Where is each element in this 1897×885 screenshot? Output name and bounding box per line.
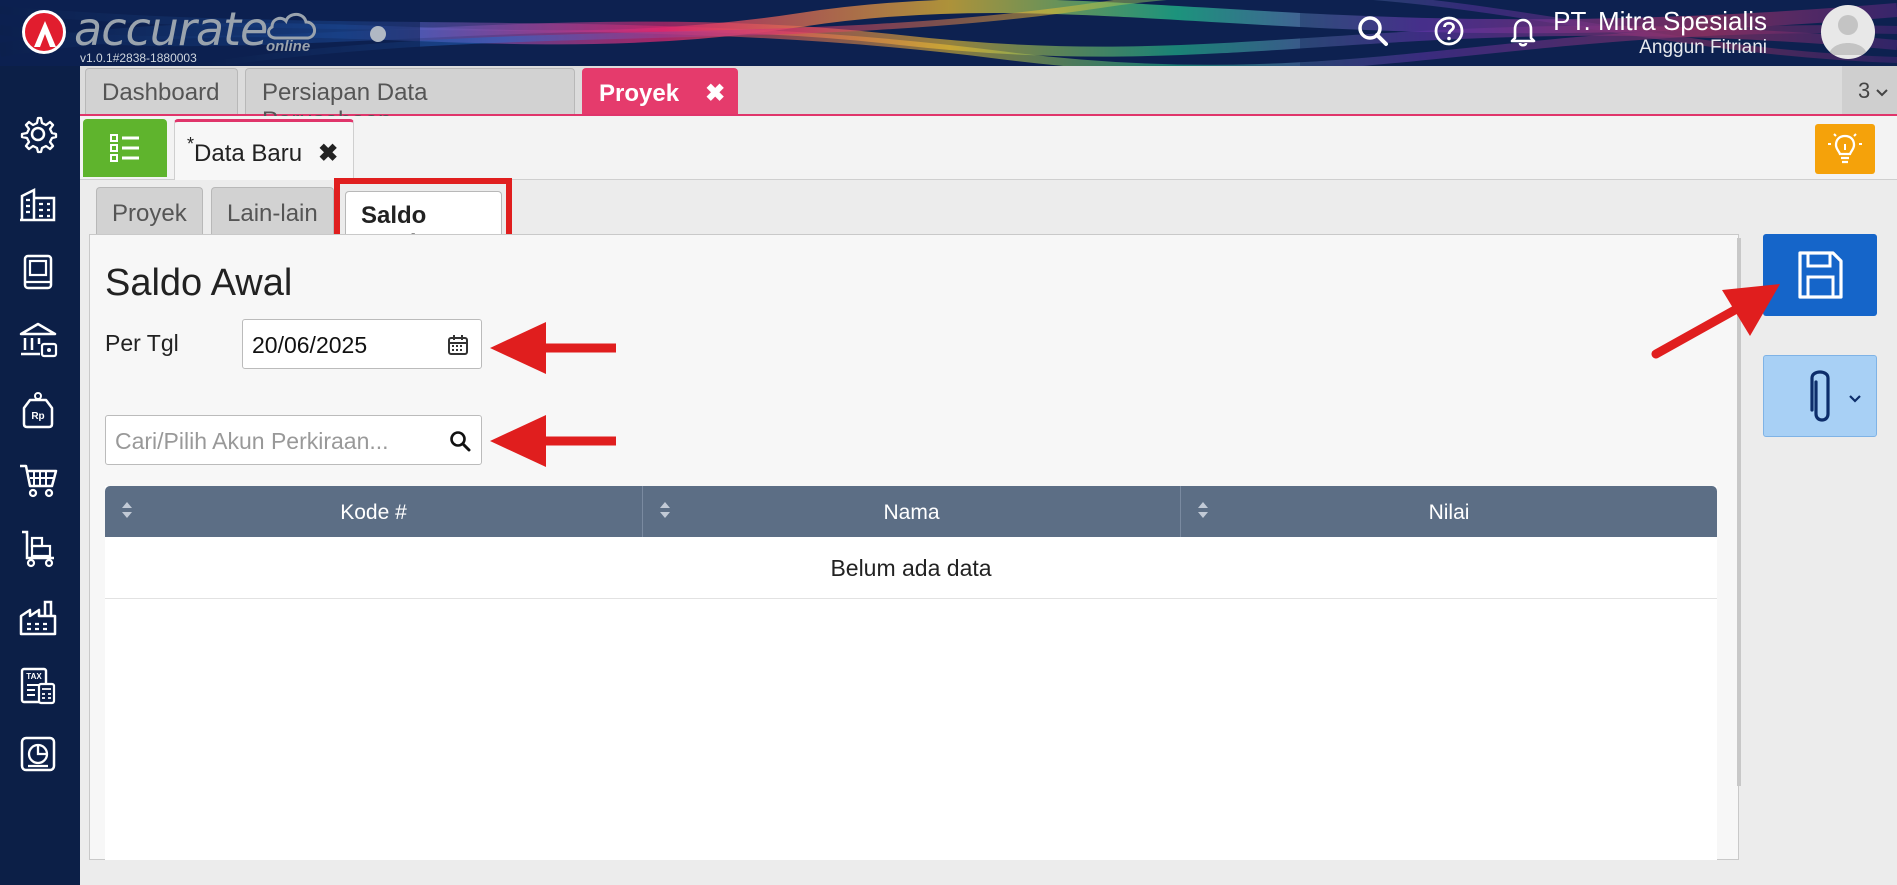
saldo-table: Kode # Nama Nilai Belum ada data	[105, 486, 1717, 860]
column-label: Nama	[883, 501, 940, 524]
tab-label: Proyek	[112, 200, 187, 227]
book-icon[interactable]	[18, 252, 58, 292]
column-label: Nilai	[1428, 501, 1470, 524]
sort-icon	[660, 502, 670, 518]
date-value: 20/06/2025	[252, 332, 368, 358]
chevron-down-icon	[1876, 89, 1889, 97]
table-header: Kode # Nama Nilai	[105, 486, 1717, 537]
list-view-button[interactable]	[83, 119, 167, 177]
svg-text:Rp: Rp	[31, 411, 44, 422]
cart-icon[interactable]	[18, 460, 58, 500]
tab-proyek[interactable]: Proyek ✖	[582, 68, 738, 114]
tab-label: Lain-lain	[227, 200, 318, 227]
page-title: Saldo Awal	[105, 262, 293, 304]
unsaved-marker: *	[187, 134, 195, 154]
search-icon[interactable]	[1356, 14, 1390, 48]
annotation-arrow-save	[1651, 284, 1780, 359]
user-avatar-icon	[1829, 15, 1867, 55]
tab-data-baru[interactable]: *Data Baru ✖	[174, 119, 354, 180]
tax-icon[interactable]: TAX	[18, 666, 58, 706]
tab-label: Proyek	[599, 80, 680, 107]
price-tag-icon[interactable]: Rp	[18, 390, 58, 430]
help-icon[interactable]	[1432, 14, 1466, 48]
accurate-logo[interactable]: accurate online v1.0.1#2838-1880003	[20, 2, 320, 66]
sub-tab-bar: *Data Baru ✖	[80, 116, 1897, 180]
company-info[interactable]: PT. Mitra Spesialis Anggun Fitriani	[1553, 6, 1767, 59]
logo-mark-icon	[22, 10, 66, 54]
column-header-kode[interactable]: Kode #	[105, 486, 643, 537]
lightbulb-icon	[1828, 133, 1862, 164]
calendar-icon[interactable]	[447, 334, 469, 356]
tips-button[interactable]	[1815, 124, 1875, 174]
main-tab-bar: Dashboard Persiapan Data Perusahaan Proy…	[80, 66, 1897, 134]
date-field[interactable]: 20/06/2025	[242, 319, 482, 369]
company-name: PT. Mitra Spesialis	[1553, 6, 1767, 36]
brand-name: accurate	[74, 2, 268, 56]
svg-text:TAX: TAX	[26, 672, 42, 681]
tab-lain-lain[interactable]: Lain-lain	[211, 187, 334, 235]
annotation-arrow-search	[490, 415, 616, 467]
search-icon[interactable]	[449, 430, 471, 452]
chevron-down-icon	[1849, 395, 1861, 403]
status-dot	[370, 26, 386, 42]
paperclip-icon	[1810, 370, 1861, 422]
bell-icon[interactable]	[1506, 14, 1540, 48]
tab-label: Dashboard	[102, 79, 220, 106]
pallet-cart-icon[interactable]	[18, 528, 58, 568]
column-header-nama[interactable]: Nama	[643, 486, 1181, 537]
tab-dashboard[interactable]: Dashboard	[85, 68, 238, 114]
search-placeholder: Cari/Pilih Akun Perkiraan...	[115, 428, 389, 454]
brand-subtitle: online	[266, 38, 311, 55]
building-icon[interactable]	[18, 184, 58, 224]
column-header-nilai[interactable]: Nilai	[1181, 486, 1717, 537]
tab-proyek-section[interactable]: Proyek	[96, 187, 203, 235]
column-label: Kode #	[340, 501, 407, 524]
user-name: Anggun Fitriani	[1639, 37, 1767, 58]
gear-icon[interactable]	[18, 114, 58, 154]
attachment-button[interactable]	[1763, 355, 1877, 437]
cloud-icon	[267, 12, 316, 40]
close-icon[interactable]: ✖	[705, 80, 725, 107]
report-icon[interactable]	[18, 734, 58, 774]
avatar[interactable]	[1821, 5, 1875, 59]
annotation-arrow-date	[490, 322, 616, 374]
top-bar: accurate online v1.0.1#2838-1880003 PT. …	[0, 0, 1897, 66]
sort-icon	[122, 502, 132, 518]
account-search-input[interactable]: Cari/Pilih Akun Perkiraan...	[105, 415, 482, 465]
factory-icon[interactable]	[18, 598, 58, 638]
tab-label: Data Baru	[194, 140, 303, 167]
date-label: Per Tgl	[105, 330, 179, 356]
sort-icon	[1198, 502, 1208, 518]
sidebar: Rp TAX	[0, 66, 80, 885]
tab-persiapan-data-perusahaan[interactable]: Persiapan Data Perusahaan	[245, 68, 575, 134]
empty-state-message: Belum ada data	[105, 537, 1717, 599]
bank-icon[interactable]	[18, 320, 58, 360]
tab-count: 3	[1858, 78, 1871, 103]
tab-count-dropdown[interactable]: 3	[1842, 66, 1897, 114]
list-icon	[110, 134, 139, 162]
app-version: v1.0.1#2838-1880003	[80, 51, 197, 65]
close-icon[interactable]: ✖	[318, 140, 338, 167]
